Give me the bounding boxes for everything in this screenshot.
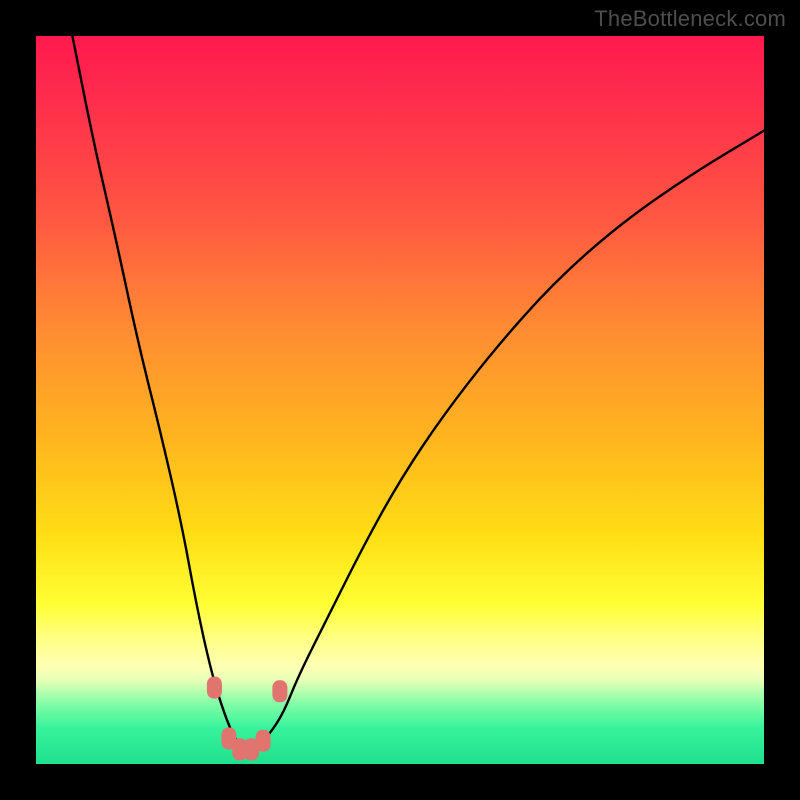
chart-frame: TheBottleneck.com	[0, 0, 800, 800]
bottleneck-curve	[72, 36, 764, 749]
curve-marker	[272, 680, 287, 702]
curve-layer	[36, 36, 764, 764]
watermark-text: TheBottleneck.com	[594, 6, 786, 32]
curve-markers	[207, 677, 288, 761]
plot-area	[36, 36, 764, 764]
curve-marker	[256, 730, 271, 752]
curve-marker	[207, 677, 222, 699]
